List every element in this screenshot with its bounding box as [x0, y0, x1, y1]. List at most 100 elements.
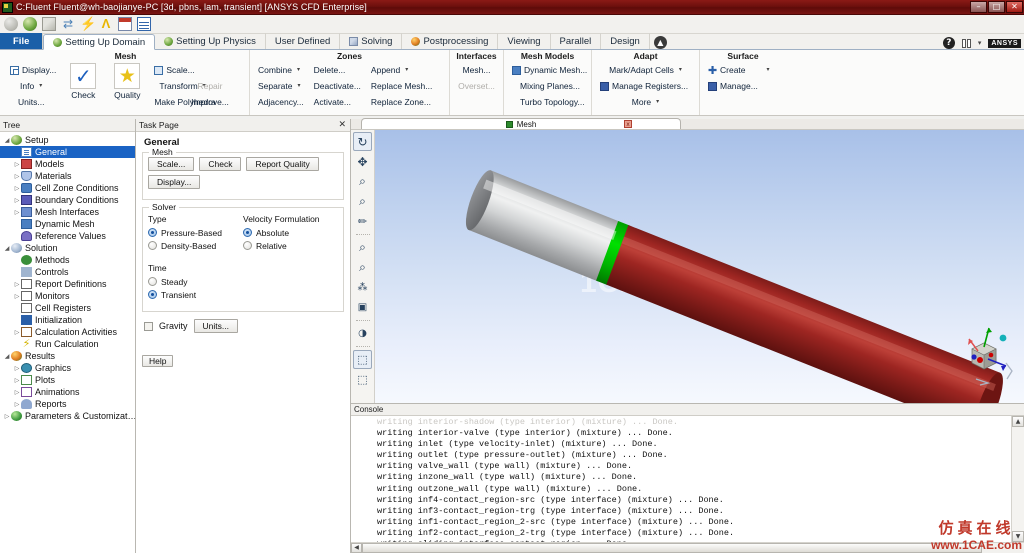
chevron-down-icon[interactable]: ▾ [767, 62, 770, 78]
tree-item-reference-values[interactable]: Reference Values [0, 230, 135, 242]
report-quality-button[interactable]: Report Quality [246, 157, 319, 171]
expander-icon[interactable]: ◢ [3, 353, 11, 360]
radio-pressure-based[interactable]: Pressure-Based [148, 226, 243, 239]
expander-icon[interactable]: ▷ [13, 281, 21, 288]
maximize-button[interactable]: □ [988, 1, 1005, 13]
tab-postprocessing[interactable]: Postprocessing [402, 33, 499, 49]
tab-file[interactable]: File [0, 33, 44, 49]
scroll-down-button[interactable]: ▼ [1012, 531, 1024, 542]
tree-item-parameters-customizat[interactable]: ▷ Parameters & Customizat… [0, 410, 135, 422]
interfaces-mesh-button[interactable]: Mesh... [458, 62, 496, 78]
help-icon[interactable]: ? [942, 37, 955, 49]
tab-solving[interactable]: Solving [340, 33, 403, 49]
zoom-out-tool[interactable]: ⌕ [353, 258, 372, 277]
mark-adapt-cells-button[interactable]: Mark/Adapt Cells ▾ [595, 62, 696, 78]
display-button[interactable]: Display... [148, 175, 201, 189]
expander-icon[interactable]: ▷ [3, 413, 11, 420]
radio-relative[interactable]: Relative [243, 239, 338, 252]
tree-item-solution[interactable]: ◢ Solution [0, 242, 135, 254]
tree-item-graphics[interactable]: ▷ Graphics [0, 362, 135, 374]
tree-item-results[interactable]: ◢ Results [0, 350, 135, 362]
mesh-info-button[interactable]: Info ▾ [5, 78, 61, 94]
tree-item-cell-registers[interactable]: Cell Registers [0, 302, 135, 314]
zones-activate-button[interactable]: Activate... [309, 94, 366, 110]
zones-replace-zone-button[interactable]: Replace Zone... [366, 94, 437, 110]
console-horizontal-scrollbar[interactable]: ◀ [351, 542, 1024, 553]
help-button[interactable]: Help [142, 355, 174, 367]
collapse-ribbon-button[interactable]: ▲ [653, 36, 667, 49]
chevron-down-icon[interactable]: ▾ [298, 78, 301, 94]
chevron-down-icon[interactable]: ▾ [405, 62, 408, 78]
globe-icon[interactable] [23, 17, 37, 31]
radio-density-based[interactable]: Density-Based [148, 239, 243, 252]
tree-item-dynamic-mesh[interactable]: Dynamic Mesh [0, 218, 135, 230]
tree-item-controls[interactable]: Controls [0, 266, 135, 278]
mesh-units-button[interactable]: Units... [5, 94, 61, 110]
tree-item-animations[interactable]: ▷ Animations [0, 386, 135, 398]
scroll-thumb[interactable] [362, 543, 982, 553]
mesh-sphere-icon[interactable] [4, 17, 18, 31]
radio-absolute[interactable]: Absolute [243, 226, 338, 239]
expander-icon[interactable]: ▷ [13, 173, 21, 180]
tree-item-plots[interactable]: ▷ Plots [0, 374, 135, 386]
tree-item-cell-zone-conditions[interactable]: ▷ Cell Zone Conditions [0, 182, 135, 194]
table-icon[interactable] [118, 17, 132, 31]
expander-icon[interactable]: ▷ [13, 401, 21, 408]
tree-item-mesh-interfaces[interactable]: ▷ Mesh Interfaces [0, 206, 135, 218]
console-vertical-scrollbar[interactable]: ▲ ▼ [1011, 416, 1024, 542]
tree-item-methods[interactable]: Methods [0, 254, 135, 266]
tree-item-models[interactable]: ▷ Models [0, 158, 135, 170]
scroll-track[interactable] [1012, 427, 1024, 531]
scroll-left-button[interactable]: ◀ [351, 543, 362, 553]
turbo-topology-button[interactable]: Turbo Topology... [507, 94, 592, 110]
tree-item-general[interactable]: General [0, 146, 135, 158]
scale-button[interactable]: Scale... [148, 157, 195, 171]
zones-separate-button[interactable]: Separate ▾ [253, 78, 309, 94]
dynamic-mesh-button[interactable]: Dynamic Mesh... [507, 62, 592, 78]
zones-append-button[interactable]: Append ▾ [366, 62, 437, 78]
graphics-viewport[interactable]: 1CAE.COM [375, 130, 1024, 403]
tree-item-report-definitions[interactable]: ▷ Report Definitions [0, 278, 135, 290]
minimize-button[interactable]: – [970, 1, 987, 13]
view-cube-tool[interactable]: ⬚ [353, 350, 372, 369]
units-button[interactable]: Units... [193, 319, 238, 333]
mixing-planes-button[interactable]: Mixing Planes... [507, 78, 592, 94]
mesh-check-button[interactable]: ✓ Check [61, 62, 105, 115]
zones-combine-button[interactable]: Combine ▾ [253, 62, 309, 78]
lighting-tool[interactable]: ◑ [353, 324, 372, 343]
scroll-up-button[interactable]: ▲ [1012, 416, 1024, 427]
expander-icon[interactable]: ▷ [13, 209, 21, 216]
zones-adjacency-button[interactable]: Adjacency... [253, 94, 309, 110]
perspective-tool[interactable]: ⬚ [353, 370, 372, 389]
close-icon[interactable]: ✕ [338, 119, 350, 132]
tab-design[interactable]: Design [601, 33, 650, 49]
tree-item-initialization[interactable]: Initialization [0, 314, 135, 326]
zoom-in-tool[interactable]: ⌕ [353, 192, 372, 211]
radio-transient[interactable]: Transient [148, 288, 338, 301]
expander-icon[interactable]: ▷ [13, 389, 21, 396]
chevron-down-icon[interactable]: ▾ [978, 39, 982, 47]
expander-icon[interactable]: ▷ [13, 329, 21, 336]
histogram-icon[interactable] [137, 17, 151, 31]
rotate-tool[interactable]: ↻ [353, 132, 372, 151]
manage-registers-button[interactable]: Manage Registers... [595, 78, 696, 94]
adapt-more-button[interactable]: More ▾ [595, 94, 696, 110]
cube-icon[interactable] [42, 17, 56, 31]
mesh-display-button[interactable]: Display... [5, 62, 61, 78]
pan-tool[interactable]: ✥ [353, 152, 372, 171]
tree-item-boundary-conditions[interactable]: ▷ Boundary Conditions [0, 194, 135, 206]
tree-item-monitors[interactable]: ▷ Monitors [0, 290, 135, 302]
check-button[interactable]: Check [199, 157, 242, 171]
sync-arrows-icon[interactable]: ⇄ [61, 17, 75, 31]
surface-manage-button[interactable]: Manage... [703, 78, 783, 94]
expander-icon[interactable]: ▷ [13, 365, 21, 372]
zoom-to-fit-tool[interactable]: ⌕ [353, 238, 372, 257]
expander-icon[interactable]: ▷ [13, 185, 21, 192]
chevron-down-icon[interactable]: ▾ [39, 78, 42, 94]
tab-setting-up-physics[interactable]: Setting Up Physics [155, 33, 266, 49]
chevron-down-icon[interactable]: ▾ [297, 62, 300, 78]
gravity-checkbox[interactable] [144, 321, 153, 331]
chevron-down-icon[interactable]: ▾ [679, 62, 682, 78]
tab-viewing[interactable]: Viewing [498, 33, 551, 49]
expander-icon[interactable]: ▷ [13, 293, 21, 300]
